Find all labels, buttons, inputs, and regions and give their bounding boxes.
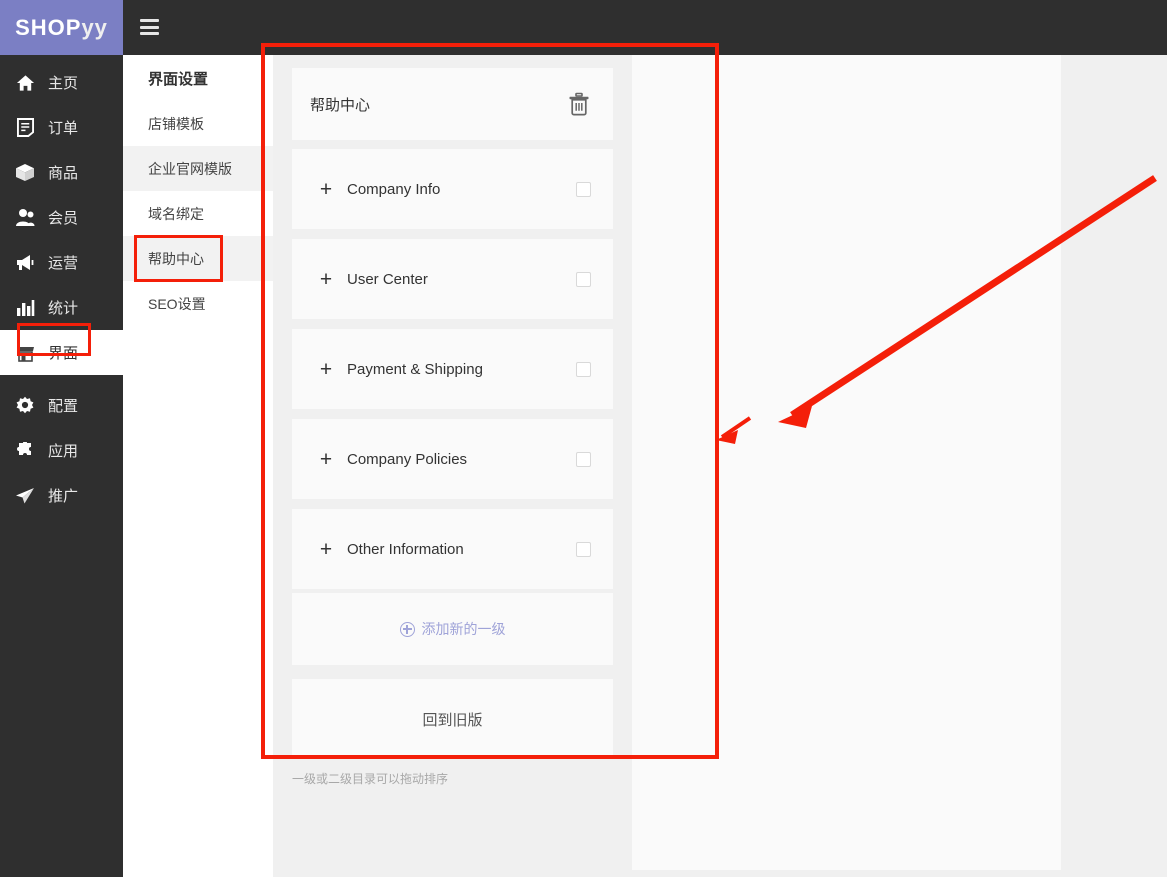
sidebar-item-label: 订单	[48, 120, 79, 137]
circle-plus-icon	[399, 621, 415, 637]
app-root: SHOPyy 主页 订单 商品 会员 运营 统计 界面 配置 应用 推广 界面设…	[0, 0, 1167, 877]
sidebar-item-label: 运营	[48, 255, 79, 272]
help-center-header-card: 帮助中心	[292, 68, 613, 140]
sidebar-item-promotion[interactable]: 推广	[0, 473, 123, 518]
menu-row-left: + Company Policies	[319, 449, 467, 470]
sidebar-item-label: 推广	[48, 488, 79, 505]
menu-row-left: + Other Information	[319, 539, 464, 560]
sidebar-item-label: 主页	[48, 75, 79, 92]
hamburger-bar	[140, 19, 159, 22]
add-top-level-card[interactable]: 添加新的一级	[292, 593, 613, 665]
subnav-item-label: 企业官网模版	[148, 160, 232, 177]
menu-row-checkbox[interactable]	[576, 271, 591, 287]
plus-icon[interactable]: +	[319, 269, 333, 290]
sidebar-item-label: 配置	[48, 398, 79, 415]
sidebar-item-members[interactable]: 会员	[0, 195, 123, 240]
menu-row-label: User Center	[347, 270, 428, 288]
brand-logo-text: SHOPyy	[15, 15, 108, 41]
menu-builder-column: 帮助中心 + Company Info + User Center + Paym…	[273, 55, 632, 870]
brand-logo-main: SHOP	[15, 14, 82, 40]
order-icon	[10, 117, 40, 139]
legacy-version-button[interactable]: 回到旧版	[292, 679, 613, 759]
menu-row-left: + Company Info	[319, 179, 441, 200]
subnav-item-seo-settings[interactable]: SEO设置	[123, 281, 273, 326]
sidebar-item-label: 会员	[48, 210, 79, 227]
menu-row-payment-shipping[interactable]: + Payment & Shipping	[292, 329, 613, 409]
subnav-item-label: 域名绑定	[148, 205, 204, 222]
megaphone-icon	[10, 252, 40, 274]
brand-logo-tail: yy	[81, 14, 108, 40]
hamburger-bar	[140, 32, 159, 35]
sidebar-item-label: 商品	[48, 165, 79, 182]
sidebar-item-apps[interactable]: 应用	[0, 428, 123, 473]
menu-row-other-information[interactable]: + Other Information	[292, 509, 613, 589]
menu-row-checkbox[interactable]	[576, 361, 591, 377]
plane-icon	[10, 485, 40, 507]
topbar	[123, 0, 1167, 55]
sidebar-item-settings[interactable]: 配置	[0, 383, 123, 428]
interface-icon	[10, 342, 40, 364]
trash-icon[interactable]	[568, 92, 590, 116]
add-top-level-button[interactable]: 添加新的一级	[292, 593, 613, 665]
plus-icon[interactable]: +	[319, 359, 333, 380]
sidebar-item-operations[interactable]: 运营	[0, 240, 123, 285]
menu-row-label: Payment & Shipping	[347, 360, 483, 378]
puzzle-icon	[10, 440, 40, 462]
subnav-item-label: SEO设置	[148, 295, 206, 312]
secondary-sidebar-title: 界面设置	[148, 70, 209, 88]
sidebar-divider	[0, 375, 123, 383]
brand-logo[interactable]: SHOPyy	[0, 0, 123, 55]
member-icon	[10, 207, 40, 229]
menu-row-checkbox[interactable]	[576, 451, 591, 467]
sidebar-item-label: 界面	[48, 345, 79, 362]
menu-row-label: Company Info	[347, 180, 441, 198]
subnav-item-corporate-template[interactable]: 企业官网模版	[123, 146, 273, 191]
sidebar-item-label: 统计	[48, 300, 79, 317]
subnav-item-domain-binding[interactable]: 域名绑定	[123, 191, 273, 236]
help-center-title: 帮助中心	[310, 96, 371, 114]
legacy-version-label: 回到旧版	[422, 711, 483, 729]
sidebar-item-products[interactable]: 商品	[0, 150, 123, 195]
gear-icon	[10, 395, 40, 417]
menu-row-user-center[interactable]: + User Center	[292, 239, 613, 319]
subnav-item-label: 帮助中心	[148, 250, 204, 267]
plus-icon[interactable]: +	[319, 179, 333, 200]
chart-icon	[10, 297, 40, 319]
preview-column	[632, 55, 1061, 870]
product-icon	[10, 162, 40, 184]
drag-sort-hint: 一级或二级目录可以拖动排序	[292, 772, 449, 786]
main-content: 帮助中心 + Company Info + User Center + Paym…	[273, 55, 1167, 877]
add-top-level-label: 添加新的一级	[421, 621, 506, 637]
plus-icon[interactable]: +	[319, 539, 333, 560]
menu-row-left: + User Center	[319, 269, 428, 290]
subnav-item-help-center[interactable]: 帮助中心	[123, 236, 273, 281]
primary-sidebar: SHOPyy 主页 订单 商品 会员 运营 统计 界面 配置 应用 推广	[0, 0, 123, 877]
sidebar-item-statistics[interactable]: 统计	[0, 285, 123, 330]
menu-row-company-info[interactable]: + Company Info	[292, 149, 613, 229]
menu-row-checkbox[interactable]	[576, 181, 591, 197]
hamburger-menu-icon[interactable]	[140, 19, 159, 35]
sidebar-item-label: 应用	[48, 443, 79, 460]
sidebar-item-home[interactable]: 主页	[0, 60, 123, 105]
sidebar-item-orders[interactable]: 订单	[0, 105, 123, 150]
hamburger-bar	[140, 25, 159, 29]
sidebar-item-interface[interactable]: 界面	[0, 330, 123, 375]
menu-row-label: Other Information	[347, 540, 464, 558]
menu-row-checkbox[interactable]	[576, 541, 591, 557]
menu-row-label: Company Policies	[347, 450, 468, 468]
plus-icon[interactable]: +	[319, 449, 333, 470]
legacy-version-card[interactable]: 回到旧版	[292, 679, 613, 759]
secondary-sidebar: 界面设置 店铺模板 企业官网模版 域名绑定 帮助中心 SEO设置	[123, 55, 273, 877]
subnav-item-store-template[interactable]: 店铺模板	[123, 101, 273, 146]
menu-row-left: + Payment & Shipping	[319, 359, 483, 380]
subnav-item-label: 店铺模板	[148, 115, 204, 132]
menu-row-company-policies[interactable]: + Company Policies	[292, 419, 613, 499]
home-icon	[10, 72, 40, 94]
